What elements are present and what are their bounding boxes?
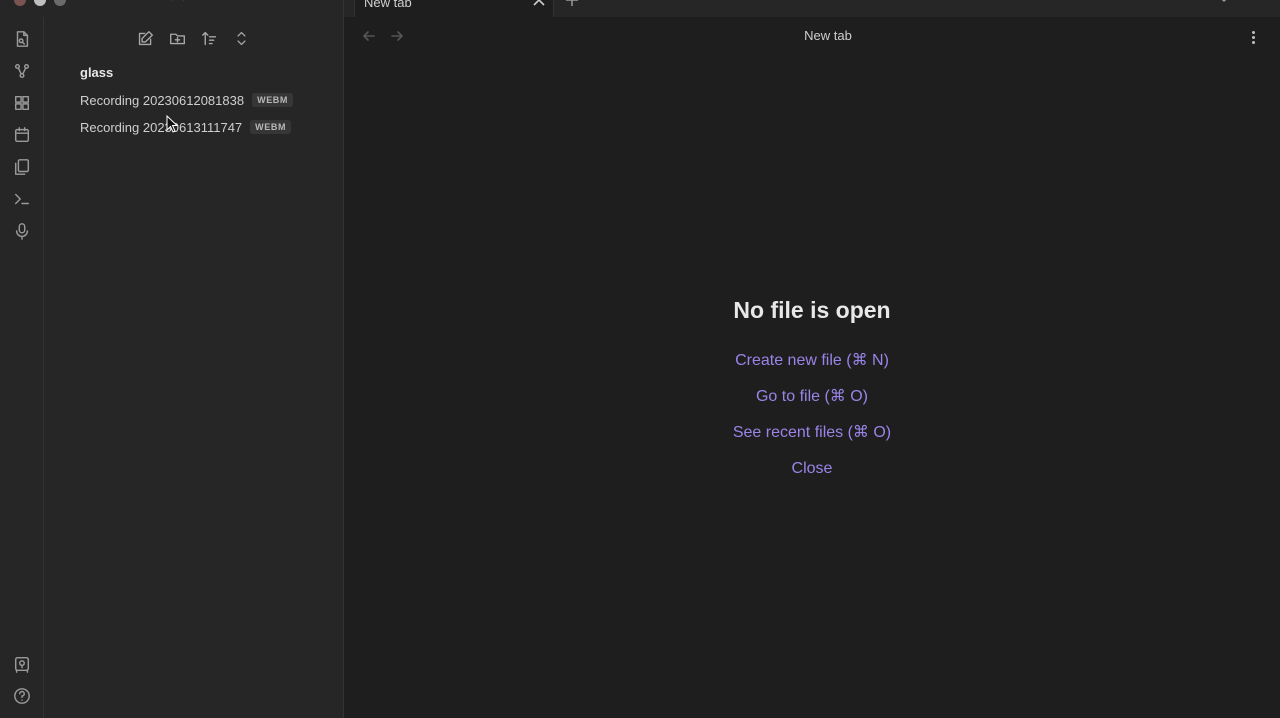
- calendar-icon[interactable]: [12, 125, 32, 145]
- file-name: Recording 20230612081838: [80, 92, 245, 108]
- new-folder-icon: [169, 33, 185, 44]
- vault-name[interactable]: glass: [80, 65, 113, 80]
- command-palette-icon[interactable]: [12, 189, 32, 209]
- new-folder-button[interactable]: [167, 28, 187, 48]
- right-sidebar-toggle-icon[interactable]: [1248, 0, 1264, 6]
- switch-file-icon[interactable]: [12, 29, 32, 49]
- more-options-icon[interactable]: [1245, 28, 1261, 46]
- minimize-window-button[interactable]: [34, 0, 46, 6]
- close-window-button[interactable]: [14, 0, 26, 6]
- help-icon[interactable]: [12, 686, 32, 706]
- bookmarks-tab-icon[interactable]: [170, 0, 186, 6]
- ribbon: [0, 17, 44, 718]
- empty-state: No file is open Create new file (⌘ N) Go…: [344, 297, 1280, 495]
- view-title: New tab: [804, 28, 852, 43]
- collapse-icon: [236, 31, 246, 45]
- graph-icon[interactable]: [12, 61, 32, 81]
- file-extension-badge: WEBM: [250, 120, 292, 134]
- templates-icon[interactable]: [12, 157, 32, 177]
- tab-new-tab[interactable]: New tab: [354, 0, 554, 17]
- file-item[interactable]: Recording 20230612081838 WEBM: [80, 90, 293, 110]
- new-note-button[interactable]: [135, 28, 155, 48]
- sort-icon: [201, 31, 216, 45]
- file-item[interactable]: Recording 20230613111747 WEBM: [80, 117, 292, 137]
- files-tab-icon[interactable]: [96, 0, 112, 6]
- file-explorer-actions: [135, 28, 251, 48]
- go-to-file-link[interactable]: Go to file (⌘ O): [344, 387, 1280, 423]
- title-bar: New tab: [0, 0, 1280, 17]
- file-name: Recording 20230613111747: [80, 119, 243, 135]
- create-new-file-link[interactable]: Create new file (⌘ N): [344, 351, 1280, 387]
- close-link[interactable]: Close: [344, 459, 1280, 495]
- title-bar-left: [0, 0, 344, 17]
- chevron-down-icon[interactable]: [1218, 0, 1230, 6]
- tab-label: New tab: [364, 0, 412, 10]
- empty-state-title: No file is open: [733, 297, 891, 323]
- vault-icon[interactable]: [12, 654, 32, 674]
- new-note-icon: [138, 30, 153, 45]
- maximize-window-button[interactable]: [54, 0, 66, 6]
- mouse-cursor-icon: [166, 115, 178, 133]
- search-tab-icon[interactable]: [134, 0, 150, 6]
- sort-button[interactable]: [199, 28, 219, 48]
- microphone-icon[interactable]: [12, 221, 32, 241]
- close-tab-icon[interactable]: [531, 0, 547, 8]
- sidebar-toggle-icon[interactable]: [312, 0, 328, 6]
- main-view: New tab No file is open Create new file …: [344, 17, 1280, 718]
- collapse-all-button[interactable]: [231, 28, 251, 48]
- new-tab-icon[interactable]: [566, 0, 578, 6]
- canvas-icon[interactable]: [12, 93, 32, 113]
- file-extension-badge: WEBM: [252, 93, 293, 107]
- see-recent-files-link[interactable]: See recent files (⌘ O): [344, 423, 1280, 459]
- file-explorer: glass Recording 20230612081838 WEBM Reco…: [44, 17, 344, 718]
